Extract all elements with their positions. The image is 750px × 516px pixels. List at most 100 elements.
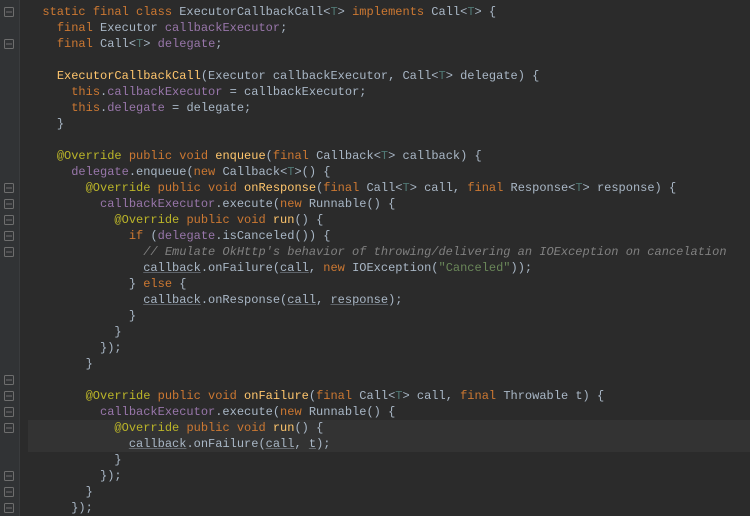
code-line[interactable]: } — [28, 484, 750, 500]
code-line[interactable]: callback.onFailure(call, new IOException… — [28, 260, 750, 276]
token-kw: this — [71, 101, 100, 115]
token-type: Runnable — [309, 405, 367, 419]
gutter-line — [0, 372, 19, 388]
code-line[interactable]: if (delegate.isCanceled()) { — [28, 228, 750, 244]
fold-marker-icon[interactable] — [4, 7, 14, 17]
token-ann: @Override — [114, 421, 186, 435]
token-type: Call — [366, 181, 395, 195]
gutter-line — [0, 164, 19, 180]
gutter-line — [0, 100, 19, 116]
code-line[interactable]: this.callbackExecutor = callbackExecutor… — [28, 84, 750, 100]
token-gen: T — [575, 181, 582, 195]
token-kw: final — [57, 21, 100, 35]
code-line[interactable]: static final class ExecutorCallbackCall<… — [28, 4, 750, 20]
token-type: Call — [359, 389, 388, 403]
token-kw: public void — [186, 213, 272, 227]
token-ann: @Override — [86, 389, 158, 403]
token-kw: final — [273, 149, 316, 163]
code-line[interactable] — [28, 372, 750, 388]
code-line[interactable]: this.delegate = delegate; — [28, 100, 750, 116]
fold-marker-icon[interactable] — [4, 423, 14, 433]
code-line[interactable] — [28, 132, 750, 148]
gutter-line — [0, 116, 19, 132]
code-line[interactable]: } — [28, 356, 750, 372]
code-line[interactable]: } — [28, 324, 750, 340]
code-line[interactable]: @Override public void onFailure(final Ca… — [28, 388, 750, 404]
fold-marker-icon[interactable] — [4, 247, 14, 257]
gutter-line — [0, 324, 19, 340]
token-kw: final — [316, 389, 359, 403]
code-line[interactable]: }); — [28, 468, 750, 484]
token-kw: public void — [158, 389, 244, 403]
gutter — [0, 0, 20, 516]
token-kw: public void — [129, 149, 215, 163]
code-line[interactable]: @Override public void enqueue(final Call… — [28, 148, 750, 164]
token-type: Response — [511, 181, 569, 195]
token-kw: new — [280, 197, 309, 211]
token-kw: static final class — [42, 5, 179, 19]
token-type: Call — [100, 37, 129, 51]
code-line[interactable]: } — [28, 452, 750, 468]
code-line[interactable]: }); — [28, 500, 750, 516]
token-kw: this — [71, 85, 100, 99]
token-type: Executor — [100, 21, 165, 35]
token-outer: callback — [129, 437, 187, 451]
fold-marker-icon[interactable] — [4, 231, 14, 241]
code-line[interactable]: callback.onFailure(call, t); — [28, 436, 750, 452]
code-area[interactable]: static final class ExecutorCallbackCall<… — [20, 0, 750, 516]
code-line[interactable]: callbackExecutor.execute(new Runnable() … — [28, 404, 750, 420]
token-fn: onFailure — [244, 389, 309, 403]
code-line[interactable]: @Override public void run() { — [28, 420, 750, 436]
code-line[interactable]: callback.onResponse(call, response); — [28, 292, 750, 308]
token-ann: @Override — [114, 213, 186, 227]
token-type: Throwable — [503, 389, 575, 403]
code-line[interactable]: callbackExecutor.execute(new Runnable() … — [28, 196, 750, 212]
token-kw: public void — [186, 421, 272, 435]
token-str: "Canceled" — [439, 261, 511, 275]
code-line[interactable]: } — [28, 116, 750, 132]
fold-marker-icon[interactable] — [4, 407, 14, 417]
code-line[interactable] — [28, 52, 750, 68]
token-gen: T — [136, 37, 143, 51]
code-line[interactable]: ExecutorCallbackCall(Executor callbackEx… — [28, 68, 750, 84]
gutter-line — [0, 36, 19, 52]
code-line[interactable]: @Override public void onResponse(final C… — [28, 180, 750, 196]
fold-marker-icon[interactable] — [4, 471, 14, 481]
code-line[interactable]: // Emulate OkHttp's behavior of throwing… — [28, 244, 750, 260]
token-kw: new — [194, 165, 223, 179]
gutter-line — [0, 500, 19, 516]
token-field: delegate — [158, 37, 216, 51]
fold-marker-icon[interactable] — [4, 487, 14, 497]
fold-marker-icon[interactable] — [4, 503, 14, 513]
code-line[interactable]: } else { — [28, 276, 750, 292]
token-type: Call — [431, 5, 460, 19]
code-line[interactable]: delegate.enqueue(new Callback<T>() { — [28, 164, 750, 180]
code-editor[interactable]: static final class ExecutorCallbackCall<… — [0, 0, 750, 516]
fold-marker-icon[interactable] — [4, 39, 14, 49]
code-line[interactable]: final Call<T> delegate; — [28, 36, 750, 52]
token-kw: if — [129, 229, 151, 243]
gutter-line — [0, 20, 19, 36]
token-fn: enqueue — [215, 149, 265, 163]
code-line[interactable]: }); — [28, 340, 750, 356]
gutter-line — [0, 68, 19, 84]
fold-marker-icon[interactable] — [4, 375, 14, 385]
gutter-line — [0, 420, 19, 436]
code-line[interactable]: @Override public void run() { — [28, 212, 750, 228]
token-gen: T — [287, 165, 294, 179]
fold-marker-icon[interactable] — [4, 199, 14, 209]
fold-marker-icon[interactable] — [4, 183, 14, 193]
gutter-line — [0, 276, 19, 292]
code-line[interactable]: final Executor callbackExecutor; — [28, 20, 750, 36]
token-type: Callback — [316, 149, 374, 163]
fold-marker-icon[interactable] — [4, 391, 14, 401]
token-gen: T — [381, 149, 388, 163]
gutter-line — [0, 148, 19, 164]
fold-marker-icon[interactable] — [4, 215, 14, 225]
gutter-line — [0, 484, 19, 500]
token-type: Runnable — [309, 197, 367, 211]
code-line[interactable]: } — [28, 308, 750, 324]
token-field: delegate — [71, 165, 129, 179]
token-field: delegate — [158, 229, 216, 243]
token-field: delegate — [107, 101, 165, 115]
